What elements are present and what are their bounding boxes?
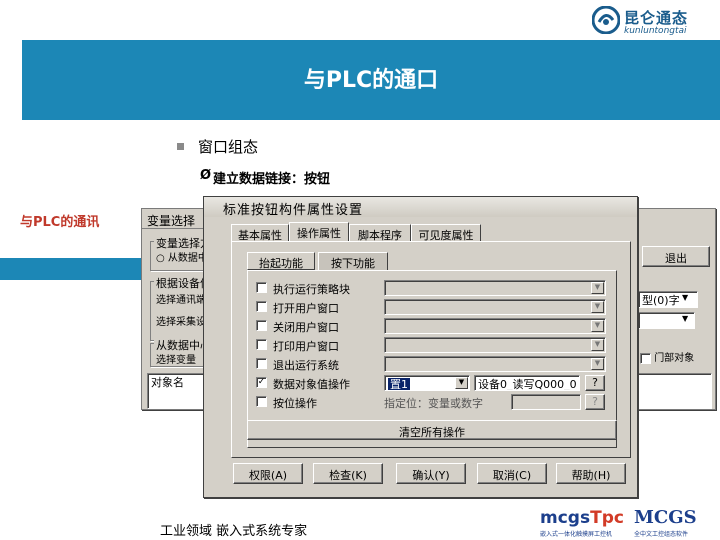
mcgstpc-tagline: 嵌入式一体化触摸屏工控机 <box>540 531 613 538</box>
label-print-window: 打印用户窗口 <box>273 340 339 353</box>
type-dropdown-value: 型(0)字 <box>642 294 680 307</box>
row-bit-op: 按位操作 指定位：变量或数字 ? <box>256 394 616 411</box>
tab-operation[interactable]: 操作属性 <box>289 222 349 241</box>
button-properties-dialog: 标准按钮构件属性设置 基本属性 操作属性 脚本程序 可见度属性 抬起功能 按下功… <box>203 196 638 498</box>
internal-objects-checkbox[interactable]: 门部对象 <box>640 349 694 364</box>
dialog-title: 标准按钮构件属性设置 <box>223 203 364 218</box>
tab-visibility[interactable]: 可见度属性 <box>411 224 481 242</box>
label-select-var: 选择变量 <box>156 355 196 366</box>
footer-slogan: 工业领域 嵌入式系统专家 <box>160 524 308 539</box>
mcgstpc-main: mcgs <box>540 508 591 528</box>
dropdown-data-op-value: 置1 <box>388 378 410 391</box>
checkbox-data-object-op[interactable]: ✓ <box>256 377 267 388</box>
subtab-press[interactable]: 按下功能 <box>318 252 388 270</box>
title-banner: 与PLC的通口 <box>22 40 720 120</box>
label-exit-system: 退出运行系统 <box>273 359 339 372</box>
bullet-square-icon <box>177 143 184 150</box>
label-run-strategy: 执行运行策略块 <box>273 283 350 296</box>
exit-button[interactable]: 退出 <box>642 246 710 267</box>
checkbox-open-window[interactable] <box>256 301 267 312</box>
mcgs-main: MCGS <box>634 507 697 528</box>
label-specify-bit: 指定位：变量或数字 <box>384 397 483 410</box>
label-bit-op: 按位操作 <box>273 397 317 410</box>
bit-browse-button[interactable]: ? <box>585 394 605 410</box>
company-logo: 昆仑通态 kunluntongtai <box>592 6 714 40</box>
dropdown-data-op[interactable]: 置1 ▼ <box>384 375 470 391</box>
dropdown-run-strategy[interactable]: ▼ <box>384 280 606 296</box>
checkbox-run-strategy[interactable] <box>256 282 267 293</box>
cancel-button[interactable]: 取消(C) <box>477 463 547 484</box>
object-name-header: 对象名 <box>151 376 184 389</box>
sub-bullet-arrow-icon: Ø <box>200 168 212 183</box>
dropdown-close-window[interactable]: ▼ <box>384 318 606 334</box>
checkbox-bit-op[interactable] <box>256 396 267 407</box>
dropdown-open-window[interactable]: ▼ <box>384 299 606 315</box>
checkbox-print-window[interactable] <box>256 339 267 350</box>
checkbox-exit-system[interactable] <box>256 358 267 369</box>
tab-basic[interactable]: 基本属性 <box>231 224 289 242</box>
mcgs-tagline: 全中文工控组态软件 <box>634 531 689 538</box>
mcgstpc-accent: Tpc <box>590 508 624 528</box>
row-run-strategy: 执行运行策略块 ▼ <box>256 280 616 297</box>
mcgstpc-logo: mcgsTpc 嵌入式一体化触摸屏工控机 <box>540 508 625 538</box>
label-data-object-op: 数据对象值操作 <box>273 378 350 391</box>
sub-bullet-text: 建立数据链接：按钮 <box>213 172 331 187</box>
row-open-window: 打开用户窗口 ▼ <box>256 299 616 316</box>
row-close-window: 关闭用户窗口 ▼ <box>256 318 616 335</box>
side-bar <box>0 258 145 280</box>
subtab-release[interactable]: 抬起功能 <box>247 252 315 270</box>
slide-title: 与PLC的通口 <box>303 68 439 93</box>
help-button[interactable]: 帮助(H) <box>556 463 626 484</box>
dropdown-print-window[interactable]: ▼ <box>384 337 606 353</box>
dropdown-exit-system[interactable]: ▼ <box>384 356 606 372</box>
tab-script[interactable]: 脚本程序 <box>349 224 411 242</box>
logo-name-en: kunluntongtai <box>624 26 687 36</box>
tab-strip: 基本属性 操作属性 脚本程序 可见度属性 <box>231 222 631 242</box>
row-exit-system: 退出运行系统 ▼ <box>256 356 616 373</box>
mcgs-logo: MCGS 全中文工控组态软件 <box>634 507 714 538</box>
logo-name-cn: 昆仑通态 <box>624 9 689 27</box>
bullet-text: 窗口组态 <box>198 138 259 156</box>
kunlun-logo-icon <box>592 6 620 34</box>
dialog-title-bar: 标准按钮构件属性设置 <box>204 197 637 218</box>
operation-tab-page: 抬起功能 按下功能 执行运行策略块 ▼ 打开用户窗口 ▼ 关闭用户窗口 ▼ 打印… <box>231 241 631 458</box>
confirm-button[interactable]: 确认(Y) <box>396 463 466 484</box>
data-object-browse-button[interactable]: ? <box>585 375 605 391</box>
check-button[interactable]: 检查(K) <box>313 463 383 484</box>
row-print-window: 打印用户窗口 ▼ <box>256 337 616 354</box>
clear-all-button[interactable]: 清空所有操作 <box>247 420 617 440</box>
label-close-window: 关闭用户窗口 <box>273 321 339 334</box>
side-label: 与PLC的通讯 <box>20 215 100 230</box>
type-dropdown-arrow-icon[interactable]: ▼ <box>682 293 688 302</box>
row-data-object-op: ✓ 数据对象值操作 置1 ▼ 设备0_读写Q000_0 ? <box>256 375 616 392</box>
internal-objects-label: 门部对象 <box>654 353 695 364</box>
permission-button[interactable]: 权限(A) <box>233 463 303 484</box>
label-open-window: 打开用户窗口 <box>273 302 339 315</box>
data-object-field[interactable]: 设备0_读写Q000_0 <box>474 375 580 391</box>
second-dropdown-arrow-icon[interactable]: ▼ <box>682 314 688 323</box>
checkbox-close-window[interactable] <box>256 320 267 331</box>
bit-field[interactable] <box>511 394 581 410</box>
type-dropdown[interactable]: 型(0)字 <box>638 291 698 308</box>
